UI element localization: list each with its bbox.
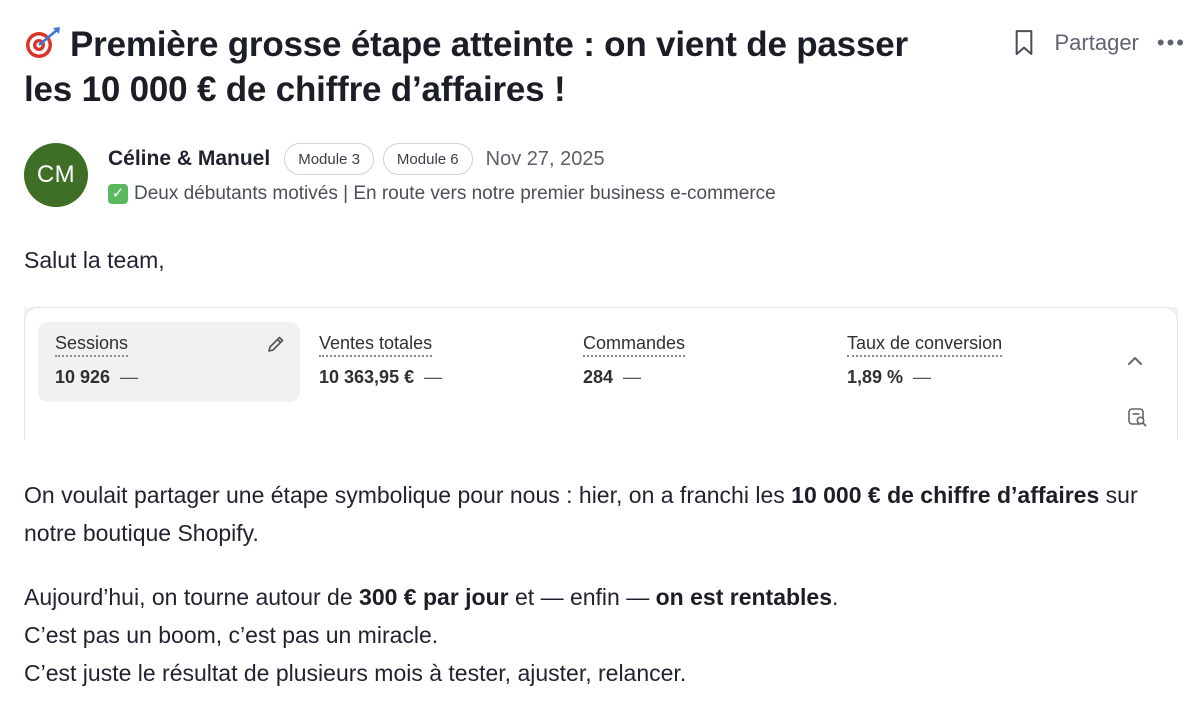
post-paragraph: On voulait partager une étape symbolique… [24, 476, 1184, 552]
paragraph-bold-text: 10 000 € de chiffre d’affaires [791, 482, 1100, 508]
metric-value-row: 284 — [583, 367, 811, 388]
post-title-text: Première grosse étape atteinte : on vien… [24, 25, 908, 109]
paragraph-text: et — enfin — [508, 584, 656, 610]
metric-value-row: 1,89 % — [847, 367, 1075, 388]
metric-trend: — [623, 367, 642, 387]
metric-value: 10 363,95 € [319, 367, 415, 387]
check-mark-icon: ✓ [108, 184, 128, 204]
post-paragraph: Aujourd’hui, on tourne autour de 300 € p… [24, 578, 1184, 692]
paragraph-bold-text: 300 € par jour [359, 584, 509, 610]
author-bio-text: Deux débutants motivés | En route vers n… [134, 183, 776, 204]
module-badge[interactable]: Module 6 [382, 143, 473, 175]
author-meta: Céline & Manuel Module 3 Module 6 Nov 27… [108, 143, 605, 175]
metric-value-row: 10 363,95 € — [319, 367, 547, 388]
paragraph-text: Aujourd’hui, on tourne autour de [24, 584, 360, 610]
metric-label: Ventes totales [319, 333, 433, 357]
analytics-screenshot: Sessions 10 926 — Ventes totales 10 363,… [24, 307, 1178, 439]
metric-trend: — [424, 367, 443, 387]
metric-sessions: Sessions 10 926 — [38, 322, 300, 402]
pencil-icon [266, 334, 286, 354]
metric-total-sales: Ventes totales 10 363,95 € — [302, 322, 564, 402]
paragraph-text: C’est juste le résultat de plusieurs moi… [24, 660, 687, 686]
post-actions: Partager ••• [1011, 26, 1187, 60]
metric-value: 10 926 [55, 367, 111, 387]
metric-trend: — [120, 367, 139, 387]
share-button[interactable]: Partager [1055, 30, 1139, 56]
module-badge[interactable]: Module 3 [284, 143, 374, 175]
metrics-card: Sessions 10 926 — Ventes totales 10 363,… [24, 307, 1178, 439]
metric-label: Taux de conversion [847, 333, 1003, 357]
metric-label: Sessions [55, 333, 129, 357]
paragraph-bold-text: on est rentables [655, 584, 833, 610]
metric-value-row: 10 926 — [55, 367, 283, 388]
post-greeting: Salut la team, [24, 247, 165, 273]
chevron-up-icon [1125, 354, 1145, 368]
author-name[interactable]: Céline & Manuel [108, 147, 270, 171]
report-search-icon [1126, 406, 1148, 428]
paragraph-text: . [832, 584, 839, 610]
post-title: Première grosse étape atteinte : on vien… [24, 22, 924, 112]
metric-value: 284 [583, 367, 614, 387]
metric-trend: — [913, 367, 932, 387]
metric-orders: Commandes 284 — [566, 322, 828, 402]
metric-conversion-rate: Taux de conversion 1,89 % — [830, 322, 1092, 402]
metric-value: 1,89 % [847, 367, 904, 387]
metric-label: Commandes [583, 333, 686, 357]
avatar[interactable]: CM [24, 143, 88, 207]
more-options-icon[interactable]: ••• [1157, 32, 1186, 54]
post-date: Nov 27, 2025 [485, 147, 605, 170]
dart-target-icon [24, 26, 62, 60]
bookmark-icon[interactable] [1011, 26, 1037, 60]
author-bio: ✓ Deux débutants motivés | En route vers… [108, 183, 776, 205]
paragraph-text: C’est pas un boom, c’est pas un miracle. [24, 622, 439, 648]
paragraph-text: On voulait partager une étape symbolique… [24, 482, 792, 508]
